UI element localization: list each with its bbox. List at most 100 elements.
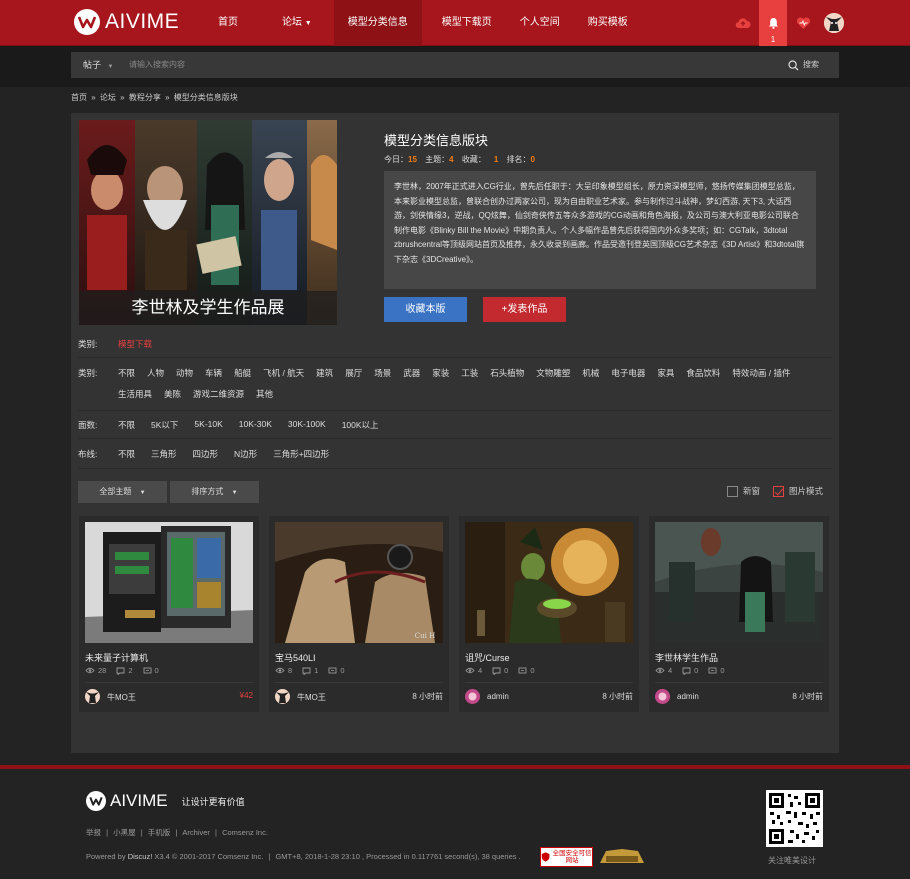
filter-option[interactable]: 美陈 bbox=[164, 388, 181, 400]
footer-logo[interactable]: AIVIME 让设计更有价值 bbox=[86, 791, 245, 811]
filter-option[interactable]: 船艇 bbox=[234, 367, 251, 379]
nav-item-personal-space[interactable]: 个人空间 bbox=[506, 0, 574, 46]
filter-option[interactable]: 飞机 / 航天 bbox=[263, 367, 304, 379]
search-category-select[interactable]: 帖子 ▼ bbox=[83, 52, 113, 80]
thread-card[interactable]: 未来量子计算机 28 2 0 牛MO王 ¥42 bbox=[79, 516, 259, 712]
breadcrumb-tutorial[interactable]: 教程分享 bbox=[129, 93, 161, 102]
filter-option[interactable]: 武器 bbox=[403, 367, 420, 379]
filter-option[interactable]: 文物雕塑 bbox=[536, 367, 570, 379]
filter-option[interactable]: 不限 bbox=[118, 419, 135, 431]
comment-icon bbox=[328, 667, 337, 673]
nav-item-home[interactable]: 首页 bbox=[204, 0, 252, 46]
thread-meta: 28 2 0 bbox=[85, 666, 159, 675]
filter-option[interactable]: 车辆 bbox=[205, 367, 222, 379]
filter-option[interactable]: 5K以下 bbox=[151, 419, 178, 431]
author-name[interactable]: admin bbox=[677, 692, 699, 701]
filter-option[interactable]: 四边形 bbox=[193, 448, 219, 460]
filter-option[interactable]: 家具 bbox=[657, 367, 674, 379]
filter-option[interactable]: 三角形+四边形 bbox=[273, 448, 329, 460]
thread-thumbnail[interactable] bbox=[465, 522, 633, 643]
filter-option[interactable]: 三角形 bbox=[151, 448, 177, 460]
checkbox-checked[interactable] bbox=[773, 485, 784, 497]
bell-icon bbox=[768, 18, 778, 29]
filter-option[interactable]: 其他 bbox=[256, 388, 273, 400]
user-avatar-button[interactable] bbox=[820, 0, 848, 46]
filter-option[interactable]: 生活用具 bbox=[118, 388, 152, 400]
thread-time: 8 小时前 bbox=[602, 692, 633, 701]
filter-option[interactable]: 机械 bbox=[582, 367, 599, 379]
thread-title[interactable]: 未来量子计算机 bbox=[85, 651, 148, 664]
thread-title[interactable]: 李世林学生作品 bbox=[655, 651, 718, 664]
thread-time: 8 小时前 bbox=[792, 692, 823, 701]
filter-option[interactable]: 场景 bbox=[374, 367, 391, 379]
filter-option[interactable]: 模型下载 bbox=[118, 338, 152, 350]
filter-option[interactable]: 10K-30K bbox=[239, 419, 272, 431]
thread-thumbnail[interactable]: Cui H bbox=[275, 522, 443, 643]
filter-option[interactable]: 动物 bbox=[176, 367, 193, 379]
thread-card[interactable]: Cui H 宝马540LI 8 1 0 牛MO王 8 小时前 bbox=[269, 516, 449, 712]
filter-option[interactable]: 游戏二维资源 bbox=[193, 388, 244, 400]
filter-option[interactable]: 展厅 bbox=[345, 367, 362, 379]
filter-option[interactable]: 石头植物 bbox=[490, 367, 524, 379]
thread-title[interactable]: 诅咒/Curse bbox=[465, 651, 510, 664]
author-avatar[interactable] bbox=[275, 689, 290, 704]
author-avatar[interactable] bbox=[85, 689, 100, 704]
filter-option[interactable]: 建筑 bbox=[316, 367, 333, 379]
breadcrumb-home[interactable]: 首页 bbox=[71, 93, 87, 102]
filter-option[interactable]: 30K-100K bbox=[288, 419, 326, 431]
thread-card[interactable]: 诅咒/Curse 4 0 0 admin 8 小时前 bbox=[459, 516, 639, 712]
breadcrumb-current[interactable]: 模型分类信息版块 bbox=[174, 93, 238, 102]
thread-card[interactable]: 李世林学生作品 4 0 0 admin 8 小时前 bbox=[649, 516, 829, 712]
filter-option[interactable]: 食品饮料 bbox=[686, 367, 720, 379]
new-window-checkbox[interactable]: 新窗 bbox=[727, 485, 760, 497]
thread-meta: 8 1 0 bbox=[275, 666, 345, 675]
filter-option[interactable]: 不限 bbox=[118, 367, 135, 379]
footer-link-report[interactable]: 举报 bbox=[86, 828, 101, 837]
notification-bell[interactable]: 1 bbox=[759, 0, 787, 46]
sort-dropdown[interactable]: 排序方式 ▼ bbox=[170, 481, 259, 503]
author-avatar[interactable] bbox=[465, 689, 480, 704]
author-avatar[interactable] bbox=[655, 689, 670, 704]
filter-option[interactable]: 工装 bbox=[461, 367, 478, 379]
filter-option[interactable]: 不限 bbox=[118, 448, 135, 460]
filter-option[interactable]: 特效动画 / 插件 bbox=[732, 367, 790, 379]
filter-option[interactable]: 电子电器 bbox=[611, 367, 645, 379]
nav-item-model-categories[interactable]: 模型分类信息 bbox=[333, 0, 422, 46]
author-name[interactable]: 牛MO王 bbox=[107, 692, 136, 703]
stat-threads: 4 bbox=[449, 155, 454, 164]
divider bbox=[78, 357, 832, 358]
author-name[interactable]: admin bbox=[487, 692, 509, 701]
thread-thumbnail[interactable] bbox=[85, 522, 253, 643]
search-input[interactable]: 请输入搜索内容 bbox=[129, 52, 185, 78]
all-threads-dropdown[interactable]: 全部主题 ▼ bbox=[78, 481, 167, 503]
breadcrumb-forum[interactable]: 论坛 bbox=[100, 93, 116, 102]
certification-badge-icon[interactable] bbox=[598, 847, 646, 867]
post-work-button[interactable]: +发表作品 bbox=[483, 297, 566, 322]
search-button[interactable]: 搜索 bbox=[788, 52, 819, 78]
footer-link-blackroom[interactable]: 小黑屋 bbox=[113, 828, 136, 837]
footer-link-mobile[interactable]: 手机版 bbox=[148, 828, 171, 837]
nav-item-forum[interactable]: 论坛 ▼ bbox=[252, 0, 334, 46]
nav-item-buy-template[interactable]: 购买模板 bbox=[574, 0, 642, 46]
thread-thumbnail[interactable] bbox=[655, 522, 823, 643]
trusted-site-badge[interactable]: 全国安全可信网站 bbox=[540, 847, 593, 867]
favorite-forum-button[interactable]: 收藏本版 bbox=[384, 297, 467, 322]
nav-item-model-download[interactable]: 模型下载页 bbox=[422, 0, 506, 46]
heart-icon[interactable] bbox=[789, 0, 817, 46]
filter-option[interactable]: 100K以上 bbox=[342, 419, 379, 431]
site-logo[interactable]: AIVIME bbox=[74, 9, 179, 35]
thread-title[interactable]: 宝马540LI bbox=[275, 651, 316, 664]
filter-option[interactable]: N边形 bbox=[234, 448, 257, 460]
cloud-upload-icon[interactable] bbox=[729, 0, 757, 46]
filter-option[interactable]: 5K-10K bbox=[194, 419, 222, 431]
comment-icon bbox=[143, 667, 151, 673]
image-mode-checkbox[interactable]: 图片模式 bbox=[773, 485, 823, 497]
thread-meta: 4 0 0 bbox=[465, 666, 535, 675]
footer-link-archiver[interactable]: Archiver bbox=[182, 828, 210, 837]
filter-option[interactable]: 家装 bbox=[432, 367, 449, 379]
footer-link-comsenz[interactable]: Comsenz Inc. bbox=[222, 828, 268, 837]
author-name[interactable]: 牛MO王 bbox=[297, 692, 326, 703]
filter-option[interactable]: 人物 bbox=[147, 367, 164, 379]
footer-link-discuz[interactable]: Discuz! bbox=[128, 852, 153, 861]
checkbox-unchecked[interactable] bbox=[727, 485, 738, 497]
